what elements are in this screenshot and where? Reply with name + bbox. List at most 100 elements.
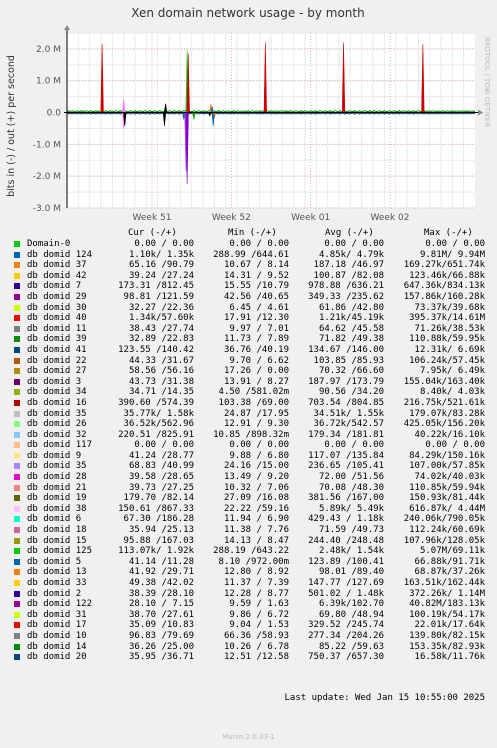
legend-cur-value: 49.38 /42.02 <box>128 578 194 588</box>
legend-min-value: 36.76 /40.19 <box>223 344 289 355</box>
legend-series-name: db domid 21 <box>27 482 87 493</box>
legend-swatch <box>14 325 20 332</box>
legend-avg-value: 69.80 /48.94 <box>318 609 384 620</box>
legend-min-value: 288.19 /643.22 <box>213 546 289 557</box>
legend-max-value: 0.00 / 0.00 <box>425 239 485 249</box>
legend-row: db domid 35 35.77k/ 1.58k 24.87 /17.95 34.5… <box>0 409 497 420</box>
legend-series-name: Domain-0 <box>27 239 71 249</box>
legend-max-value: 40.22k/16.10k <box>414 429 485 440</box>
legend-row: db domid 21 39.73 /27.25 10.32 / 7.06 70.08… <box>0 483 497 494</box>
legend-cur-value: 67.30 /186.28 <box>123 514 194 525</box>
legend-cur-value: 39.73 /27.25 <box>128 482 194 493</box>
y-tick-label: 2.0 M <box>36 45 61 55</box>
legend-cur-value: 38.70 /27.61 <box>128 609 194 620</box>
legend-series-name: db domid 13 <box>27 567 87 578</box>
last-update: Last update: Wed Jan 15 10:55:00 2025 <box>284 693 485 703</box>
legend-swatch <box>14 368 20 375</box>
legend-row: db domid 11 38.43 /27.74 9.97 / 7.01 64.62 … <box>0 324 497 335</box>
legend-avg-value: 244.40 /248.48 <box>308 535 384 546</box>
legend-row: db domid 35 68.83 /40.99 24.16 /15.00 236.6… <box>0 461 497 472</box>
legend-series-name: db domid 22 <box>27 355 87 366</box>
legend-avg-value: 117.07 /135.84 <box>308 450 384 461</box>
legend-avg-value: 1.21k/45.19k <box>318 313 384 324</box>
legend-row: db domid 19 179.70 /82.14 27.09 /16.08 381.… <box>0 493 497 504</box>
legend-cur-value: 41.24 /28.77 <box>128 450 194 461</box>
legend-series-name: db domid 15 <box>27 535 87 546</box>
legend-max-value: 66.88k/91.71k <box>414 556 485 567</box>
legend-avg-value: 70.08 /48.30 <box>318 482 384 493</box>
legend-max-value: 157.86k/160.28k <box>403 291 485 302</box>
legend-row: db domid 16 390.60 /574.39 103.38 /69.00 70… <box>0 398 497 409</box>
legend-min-value: 9.04 / 1.53 <box>229 620 289 631</box>
legend-min-value: 24.87 /17.95 <box>223 408 289 419</box>
legend-row: db domid 32 220.51 /825.91 10.85 /898.32m 1… <box>0 430 497 441</box>
legend-min-value: 103.38 /69.00 <box>218 397 289 408</box>
legend-max-value: 16.58k/11.76k <box>414 652 485 663</box>
legend-swatch <box>14 272 20 279</box>
munin-version: Munin 2.0.33-1 <box>222 733 275 741</box>
legend-max-value: 216.75k/521.61k <box>403 397 485 408</box>
legend-avg-value: 2.48k/ 1.54k <box>318 546 384 557</box>
legend-avg-value: 72.00 /51.56 <box>318 472 384 483</box>
legend-header-cur: Cur (-/+) <box>128 228 177 238</box>
legend-swatch <box>14 357 20 364</box>
legend-cur-value: 95.88 /167.03 <box>123 535 194 546</box>
legend-min-value: 14.13 / 8.47 <box>223 535 289 546</box>
legend-cur-value: 1.10k/ 1.35k <box>128 249 194 260</box>
legend-max-value: 425.05k/156.20k <box>403 419 485 430</box>
legend-max-value: 372.26k/ 1.14M <box>409 588 485 599</box>
legend-max-value: 150.93k/81.44k <box>409 493 485 504</box>
legend-max-value: 110.88k/59.95k <box>409 334 485 345</box>
legend-row: Domain-0 0.00 / 0.00 0.00 / 0.00 0.00 / 0.0… <box>0 239 497 250</box>
legend-row: db domid 30 32.27 /22.36 6.45 / 4.61 61.86 … <box>0 303 497 314</box>
legend-avg-value: 236.65 /105.41 <box>308 461 384 472</box>
x-tick-label: Week 51 <box>133 213 172 223</box>
legend-swatch <box>14 283 20 290</box>
x-axis-arrow <box>478 109 483 116</box>
legend-cur-value: 41.14 /11.28 <box>128 556 194 567</box>
legend-min-value: 9.70 / 6.62 <box>229 355 289 366</box>
legend-avg-value: 98.01 /89.40 <box>318 567 384 578</box>
legend-cur-value: 113.07k/ 1.92k <box>118 546 194 557</box>
legend-cur-value: 39.58 /28.65 <box>128 472 194 483</box>
legend-cur-value: 38.43 /27.74 <box>128 323 194 334</box>
legend-series-name: db domid 42 <box>27 270 87 281</box>
legend-swatch <box>14 421 20 428</box>
chart: Xen domain network usage - by month bits… <box>6 6 491 223</box>
legend-row: db domid 125 113.07k/ 1.92k 288.19 /643.22… <box>0 546 497 557</box>
legend-avg-value: 85.22 /59.63 <box>318 641 384 652</box>
y-tick-label: -1.0 M <box>33 140 61 150</box>
legend-row: db domid 28 39.58 /28.65 13.49 / 9.20 72.00… <box>0 472 497 483</box>
legend-avg-value: 100.87 /82.08 <box>313 270 384 281</box>
legend-avg-value: 34.51k/ 1.55k <box>313 408 384 419</box>
legend-row: db domid 9 41.24 /28.77 9.88 / 6.80 117.07 … <box>0 451 497 462</box>
legend-max-value: 395.37k/14.61M <box>409 313 485 324</box>
legend-cur-value: 58.56 /56.16 <box>128 366 194 377</box>
legend-cur-value: 173.31 /812.45 <box>118 281 194 292</box>
legend-avg-value: 381.56 /167.00 <box>308 493 384 504</box>
legend-series-name: db domid 19 <box>27 493 87 504</box>
legend-max-value: 7.95k/ 6.49k <box>419 366 485 377</box>
legend-swatch <box>14 632 20 639</box>
legend-swatch <box>14 346 20 353</box>
legend-cur-value: 44.33 /31.67 <box>128 355 194 366</box>
legend-swatch <box>14 654 20 661</box>
legend-avg-value: 5.89k/ 5.49k <box>318 503 384 514</box>
legend-max-value: 22.01k/17.64k <box>414 620 485 631</box>
legend-max-value: 139.80k/82.15k <box>409 630 485 641</box>
legend-row: db domid 117 0.00 / 0.00 0.00 / 0.00 0.00 /… <box>0 440 497 451</box>
legend-series-name: db domid 17 <box>27 620 87 631</box>
legend-swatch <box>14 495 20 502</box>
rrdtool-label: RRDTOOL / TOBI OETIKER <box>483 37 491 127</box>
legend-row: db domid 41 123.55 /140.42 36.76 /40.19 134… <box>0 345 497 356</box>
legend-min-value: 11.94 / 6.90 <box>223 514 289 525</box>
legend-avg-value: 123.89 /100.41 <box>308 556 384 567</box>
legend-swatch <box>14 452 20 459</box>
legend-swatch <box>14 484 20 491</box>
legend-max-value: 0.00 / 0.00 <box>425 440 485 451</box>
legend-cur-value: 35.94 /25.13 <box>128 525 194 536</box>
legend-swatch <box>14 516 20 523</box>
legend-min-value: 11.38 / 7.76 <box>223 525 289 536</box>
legend-series-name: db domid 14 <box>27 641 87 652</box>
legend-avg-value: 501.02 / 1.48k <box>308 588 384 599</box>
